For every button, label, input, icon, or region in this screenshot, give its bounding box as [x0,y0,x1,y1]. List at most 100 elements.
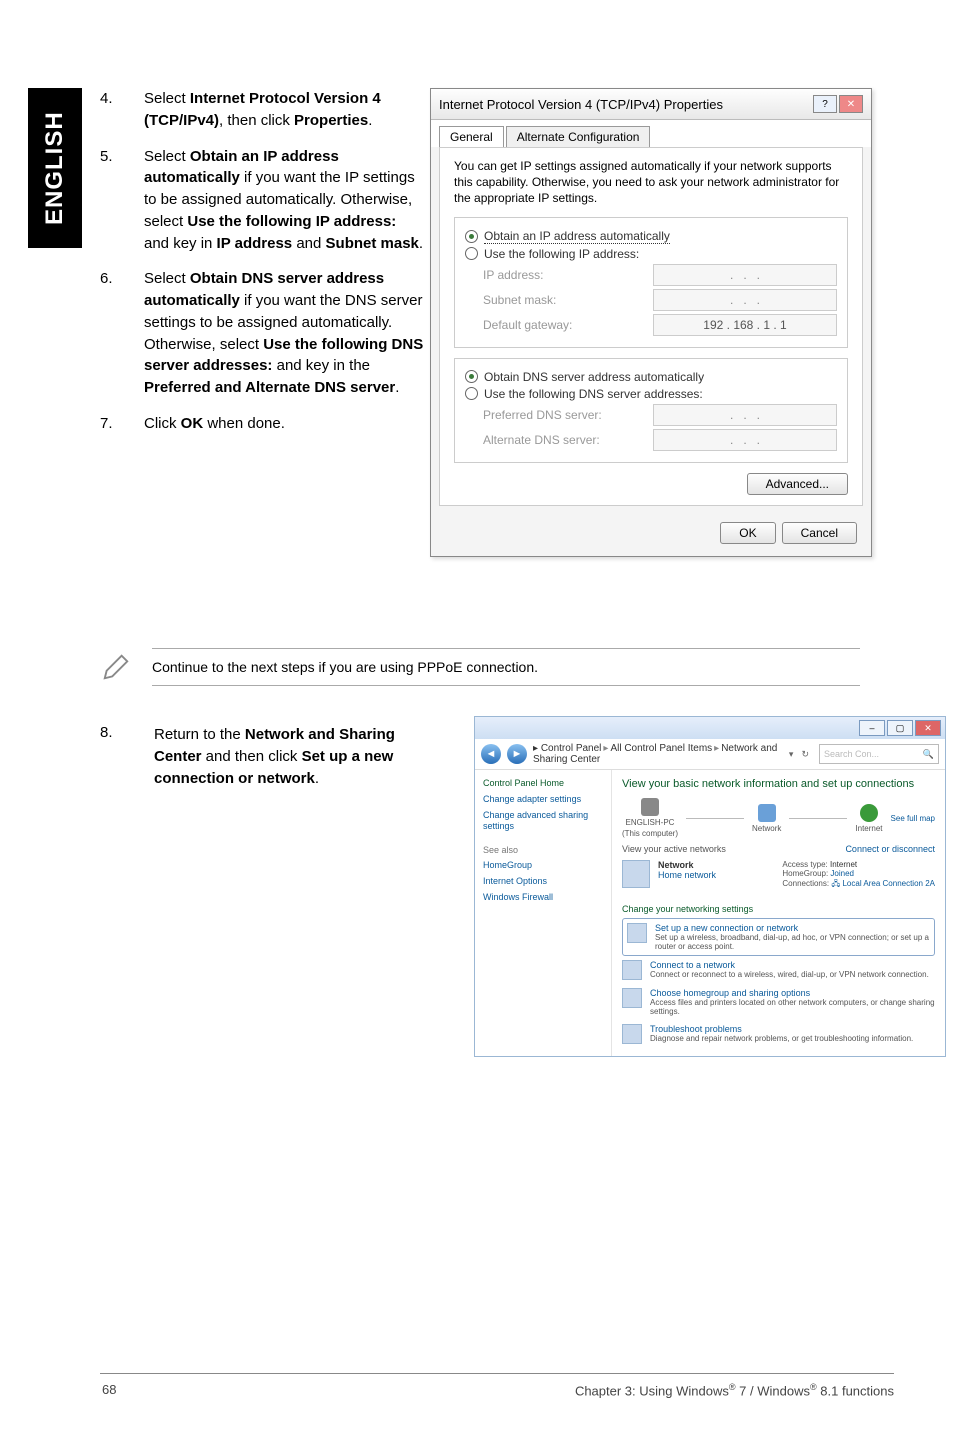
alternate-dns-label: Alternate DNS server: [483,433,653,447]
task-homegroup-sharing[interactable]: Choose homegroup and sharing optionsAcce… [622,984,935,1020]
task-title: Choose homegroup and sharing options [650,988,935,998]
help-icon[interactable]: ? [813,95,837,113]
radio-use-following-ip[interactable]: Use the following IP address: [465,247,837,261]
t: and then click [202,748,302,765]
default-gateway-input[interactable]: 192 . 168 . 1 . 1 [653,314,837,336]
dialog-title: Internet Protocol Version 4 (TCP/IPv4) P… [439,97,723,112]
search-input[interactable]: Search Con...🔍 [819,744,939,764]
see-also-label: See also [483,845,603,855]
task-desc: Connect or reconnect to a wireless, wire… [650,970,929,979]
active-network-row: Network Home network Access type: Intern… [622,858,935,894]
bc-item[interactable]: Control Panel [541,743,602,754]
connect-disconnect-link[interactable]: Connect or disconnect [845,844,935,854]
ip-address-input[interactable]: ... [653,264,837,286]
radio-label: Use the following IP address: [484,247,639,261]
task-desc: Access files and printers located on oth… [650,998,935,1016]
t: 8.1 functions [817,1383,894,1398]
cancel-button[interactable]: Cancel [782,522,857,544]
bc-item[interactable]: All Control Panel Items [610,743,712,754]
close-icon[interactable]: ✕ [915,720,941,736]
homegroup-link[interactable]: Joined [830,869,854,878]
t: Select [144,148,190,165]
sidebar-internet-options[interactable]: Internet Options [483,876,603,887]
task-desc: Diagnose and repair network problems, or… [650,1034,913,1043]
chapter-label: Chapter 3: Using Windows® 7 / Windows® 8… [575,1382,894,1398]
task-troubleshoot[interactable]: Troubleshoot problemsDiagnose and repair… [622,1020,935,1048]
connect-network-icon [622,960,642,980]
radio-obtain-ip-auto[interactable]: Obtain an IP address automatically [465,229,837,244]
globe-icon [860,804,878,822]
sidebar-change-adapter[interactable]: Change adapter settings [483,794,603,805]
t: when done. [203,415,285,432]
task-setup-new-connection[interactable]: Set up a new connection or networkSet up… [622,918,935,956]
close-icon[interactable]: ✕ [839,95,863,113]
connection-link[interactable]: Local Area Connection 2A [842,879,935,888]
forward-icon[interactable]: ► [507,744,527,764]
change-networking-settings-label: Change your networking settings [622,904,935,914]
step-4-number: 4. [100,88,144,132]
preferred-dns-input[interactable]: ... [653,404,837,426]
computer-icon [641,798,659,816]
t: Properties [294,112,368,129]
sidebar-homegroup[interactable]: HomeGroup [483,860,603,871]
network-name: Network [658,860,716,870]
t: and key in the [272,357,370,374]
back-icon[interactable]: ◄ [481,744,501,764]
t: OK [181,415,204,432]
advanced-button[interactable]: Advanced... [747,473,848,495]
step-8: 8. Return to the Network and Sharing Cen… [100,724,434,789]
footer: 68 Chapter 3: Using Windows® 7 / Windows… [100,1373,894,1398]
troubleshoot-icon [622,1024,642,1044]
t: Click [144,415,181,432]
ok-button[interactable]: OK [720,522,775,544]
window-controls: – ▢ ✕ [475,717,945,739]
node-internet: Internet [855,804,882,833]
node-network: Network [752,804,781,833]
main-pane: View your basic network information and … [612,770,945,1056]
view-active-networks-label: View your active networks [622,844,726,854]
sidebar-home[interactable]: Control Panel Home [483,778,603,788]
radio-label: Obtain an IP address automatically [484,229,670,243]
default-gateway-label: Default gateway: [483,318,653,332]
step-8-text: Return to the Network and Sharing Center… [154,724,434,789]
t: , then click [219,112,294,129]
see-full-map-link[interactable]: See full map [891,814,935,823]
t: Chapter 3: Using Windows [575,1383,729,1398]
note-row: Continue to the next steps if you are us… [100,648,860,686]
radio-use-following-dns[interactable]: Use the following DNS server addresses: [465,387,837,401]
t: Preferred and Alternate DNS server [144,379,395,396]
subnet-mask-input[interactable]: ... [653,289,837,311]
step-7-text: Click OK when done. [144,413,424,435]
pen-icon [100,651,132,683]
preferred-dns-label: Preferred DNS server: [483,408,653,422]
tab-alternate-configuration[interactable]: Alternate Configuration [506,126,651,147]
maximize-icon[interactable]: ▢ [887,720,913,736]
task-title: Set up a new connection or network [655,923,930,933]
radio-obtain-dns-auto[interactable]: Obtain DNS server address automatically [465,370,837,384]
t: Subnet mask [326,235,419,252]
side-tab-label: ENGLISH [28,90,82,246]
sidebar-windows-firewall[interactable]: Windows Firewall [483,892,603,903]
t: ® [729,1382,736,1392]
alternate-dns-input[interactable]: ... [653,429,837,451]
t: . [315,770,319,787]
breadcrumb[interactable]: ▸ Control Panel▸All Control Panel Items▸… [533,743,781,765]
dialog-footer: OK Cancel [431,514,871,556]
radio-icon [465,387,478,400]
task-title: Connect to a network [650,960,929,970]
radio-icon [465,370,478,383]
node-sublabel: (This computer) [622,829,678,838]
t: 7 / Windows [736,1383,810,1398]
step-6-number: 6. [100,268,144,399]
network-type-link[interactable]: Home network [658,870,716,880]
page-number: 68 [102,1382,116,1398]
sidebar: Control Panel Home Change adapter settin… [475,770,612,1056]
note-text: Continue to the next steps if you are us… [152,648,860,686]
minimize-icon[interactable]: – [859,720,885,736]
radio-label: Obtain DNS server address automatically [484,370,704,384]
task-connect-network[interactable]: Connect to a networkConnect or reconnect… [622,956,935,984]
tab-general[interactable]: General [439,126,504,147]
node-label: Network [752,824,781,833]
t: and key in [144,235,217,252]
sidebar-change-sharing[interactable]: Change advanced sharing settings [483,810,603,832]
